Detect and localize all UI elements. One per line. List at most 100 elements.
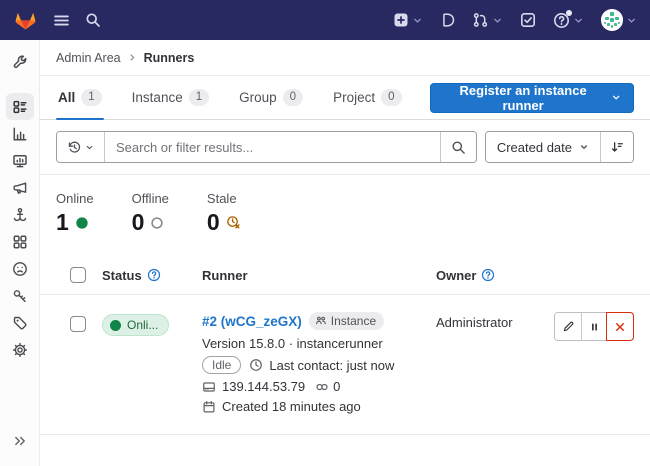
- disk-icon: [202, 380, 216, 394]
- help-menu-button[interactable]: [553, 12, 584, 29]
- sort-controls: Created date: [485, 131, 634, 163]
- history-icon: [67, 140, 82, 155]
- pencil-icon: [562, 320, 575, 333]
- user-menu-button[interactable]: [601, 9, 637, 31]
- chevron-down-icon: [579, 142, 589, 152]
- register-instance-runner-button[interactable]: Register an instance runner: [430, 83, 635, 113]
- sidebar-item-abuse-reports[interactable]: [6, 255, 34, 282]
- todos-icon[interactable]: [520, 12, 536, 28]
- status-help-icon[interactable]: [147, 268, 161, 282]
- runner-type-tabs: All 1 Instance 1 Group 0 Project 0 Regis…: [40, 76, 650, 120]
- runner-ip-line: 139.144.53.79 0: [202, 379, 436, 394]
- link-icon: [315, 380, 329, 394]
- hamburger-menu-button[interactable]: [53, 12, 70, 29]
- close-x-icon: [614, 321, 626, 333]
- label-tag-icon: [12, 315, 28, 331]
- edit-runner-button[interactable]: [555, 313, 581, 340]
- pause-icon: [589, 321, 600, 333]
- sidebar-item-analytics[interactable]: [6, 120, 34, 147]
- owner-name[interactable]: Administrator: [436, 315, 513, 330]
- runner-version-line: Version 15.8.0 · instancerunner: [202, 336, 436, 351]
- sort-direction-button[interactable]: [600, 132, 633, 162]
- gear-icon: [12, 342, 28, 358]
- clock-icon: [249, 358, 263, 372]
- chevron-down-icon: [492, 15, 503, 26]
- stat-offline: Offline 0: [132, 191, 169, 234]
- row-checkbox[interactable]: [70, 316, 86, 332]
- breadcrumb-runners: Runners: [144, 51, 195, 65]
- search-icon[interactable]: [85, 12, 101, 28]
- tab-all-count-badge: 1: [81, 89, 101, 107]
- dashboard-list-icon: [12, 99, 28, 115]
- sort-descending-icon: [610, 140, 624, 154]
- sidebar-item-labels[interactable]: [6, 309, 34, 336]
- recent-searches-dropdown[interactable]: [57, 132, 105, 162]
- chevron-down-icon: [611, 92, 621, 103]
- chevron-down-icon: [85, 143, 94, 152]
- delete-runner-button[interactable]: [607, 313, 633, 340]
- merge-requests-button[interactable]: [472, 12, 503, 28]
- runner-activity-line: Idle Last contact: just now: [202, 356, 436, 374]
- filter-bar: Created date: [40, 120, 650, 174]
- sad-face-icon: [12, 261, 28, 277]
- apps-grid-icon: [12, 234, 28, 250]
- search-input[interactable]: [105, 132, 440, 162]
- plus-square-icon: [393, 12, 409, 28]
- created-ago-text: Created 18 minutes ago: [222, 399, 361, 414]
- sidebar-item-applications[interactable]: [6, 228, 34, 255]
- select-all-checkbox[interactable]: [70, 267, 86, 283]
- search-icon: [451, 140, 466, 155]
- sidebar-item-monitoring[interactable]: [6, 147, 34, 174]
- hook-icon: [12, 207, 28, 223]
- pause-runner-button[interactable]: [581, 313, 607, 340]
- runner-type-badge: Instance: [309, 312, 384, 330]
- users-icon: [315, 315, 327, 327]
- double-chevron-right-icon: [13, 434, 27, 448]
- tab-group[interactable]: Group 0: [237, 76, 305, 120]
- breadcrumb-chevron-icon: [128, 53, 137, 62]
- stale-clock-icon: [226, 215, 241, 230]
- bar-chart-icon: [12, 126, 28, 142]
- runner-stats: Online 1 Offline 0 Stale 0: [40, 175, 650, 256]
- runner-name-link[interactable]: #2 (wCG_zeGX): [202, 314, 302, 329]
- online-dot-icon: [110, 320, 121, 331]
- issues-icon[interactable]: [440, 12, 455, 28]
- sidebar-item-overview-active[interactable]: [6, 93, 34, 120]
- key-icon: [12, 288, 28, 304]
- new-menu-button[interactable]: [393, 12, 423, 28]
- tab-all[interactable]: All 1: [56, 76, 104, 120]
- gitlab-logo-icon[interactable]: [13, 8, 38, 32]
- sidebar-collapse-button[interactable]: [6, 427, 34, 454]
- notification-dot: [566, 10, 572, 16]
- last-contact-text: Last contact: just now: [269, 358, 394, 373]
- link-count-text: 0: [333, 379, 340, 394]
- sidebar-item-settings[interactable]: [6, 336, 34, 363]
- search-submit-button[interactable]: [440, 132, 476, 162]
- chevron-down-icon: [573, 15, 584, 26]
- stat-online: Online 1: [56, 191, 94, 234]
- monitor-icon: [12, 153, 28, 169]
- runner-column-header: Runner: [202, 268, 248, 283]
- admin-sidebar: [0, 40, 40, 466]
- sidebar-item-deploy-keys[interactable]: [6, 282, 34, 309]
- gitlab-admin-runners-page: Admin Area Runners All 1 Instance 1 Grou…: [0, 0, 650, 466]
- breadcrumb: Admin Area Runners: [40, 40, 650, 76]
- avatar: [601, 9, 623, 31]
- sidebar-item-system-hooks[interactable]: [6, 201, 34, 228]
- tab-project[interactable]: Project 0: [331, 76, 403, 120]
- runner-actions: [554, 312, 634, 341]
- chevron-down-icon: [626, 15, 637, 26]
- online-dot-icon: [75, 216, 89, 230]
- owner-help-icon[interactable]: [481, 268, 495, 282]
- tab-group-count-badge: 0: [283, 89, 303, 107]
- job-status-badge: Idle: [202, 356, 241, 374]
- offline-circle-icon: [150, 216, 164, 230]
- sort-by-dropdown[interactable]: Created date: [486, 132, 600, 162]
- sidebar-item-messages[interactable]: [6, 174, 34, 201]
- sidebar-item-admin-overview[interactable]: [6, 48, 34, 75]
- breadcrumb-admin-area[interactable]: Admin Area: [56, 51, 121, 65]
- tab-instance[interactable]: Instance 1: [130, 76, 211, 120]
- tab-instance-count-badge: 1: [189, 89, 209, 107]
- runners-table-header: Status Runner Owner: [40, 256, 650, 295]
- tab-project-count-badge: 0: [381, 89, 401, 107]
